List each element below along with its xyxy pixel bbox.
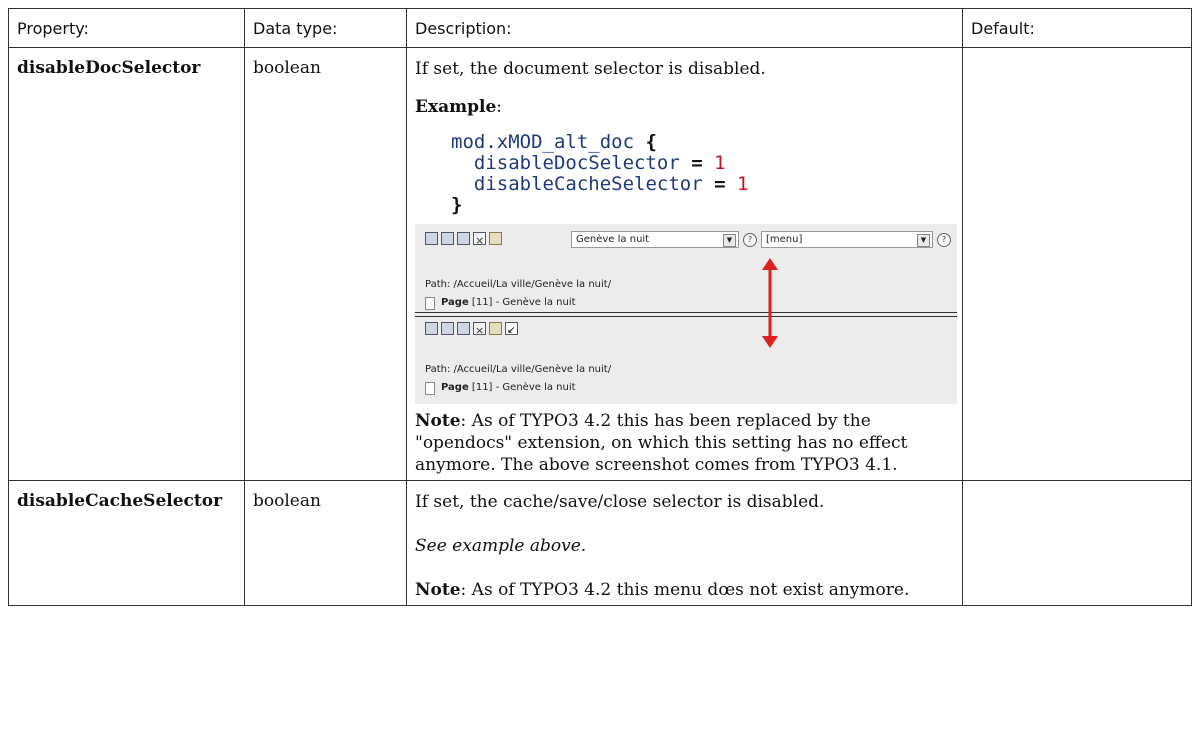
save-view-icon xyxy=(441,232,454,245)
header-datatype: Data type: xyxy=(244,8,407,48)
document-selector[interactable]: Genève la nuit ▼ xyxy=(571,231,739,248)
property-name: disableCacheSelector xyxy=(8,480,245,606)
example-heading: Example: xyxy=(415,96,954,118)
description-intro: If set, the cache/save/close selector is… xyxy=(415,492,825,512)
code-example: mod.xMOD_alt_doc { disableDocSelector = … xyxy=(451,132,954,216)
note-label: Note xyxy=(415,411,461,431)
toolbar-icons-top xyxy=(425,230,502,252)
page-label: Page xyxy=(441,297,469,308)
page-info: Page [11] - Genève la nuit xyxy=(425,377,576,399)
page-details: [11] - Genève la nuit xyxy=(468,382,576,393)
code-close-brace: } xyxy=(451,194,463,216)
table-row: disableDocSelector boolean If set, the d… xyxy=(8,47,1192,481)
see-example: See example above. xyxy=(415,536,587,556)
code-object: mod.xMOD_alt_doc xyxy=(451,131,646,153)
close-icon xyxy=(473,230,486,252)
code-open-brace: { xyxy=(645,131,657,153)
note-label: Note xyxy=(415,580,461,600)
close-icon xyxy=(473,320,486,342)
code-eq-1: = xyxy=(679,152,715,174)
code-prop-2: disableCacheSelector xyxy=(473,173,703,195)
example-screenshot: Genève la nuit ▼ ? [menu] ▼ ? Path: /Acc… xyxy=(415,224,957,404)
trash-icon xyxy=(489,322,502,335)
save-icon xyxy=(425,322,438,335)
header-description: Description: xyxy=(406,8,963,48)
save-view-icon xyxy=(441,322,454,335)
description-intro: If set, the document selector is disable… xyxy=(415,59,766,79)
code-prop-1: disableDocSelector xyxy=(473,152,680,174)
page-title: Page [11] - Genève la nuit xyxy=(441,377,576,399)
page-icon xyxy=(425,296,435,310)
chevron-down-icon: ▼ xyxy=(723,234,736,247)
save-close-icon xyxy=(457,322,470,335)
page-info: Page [11] - Genève la nuit xyxy=(425,292,576,314)
trash-icon xyxy=(489,232,502,245)
arrow-head-down xyxy=(762,336,778,348)
default-value xyxy=(962,480,1192,606)
note: Note: As of TYPO3 4.2 this has been repl… xyxy=(415,410,954,476)
help-icon: ? xyxy=(937,233,951,247)
code-val-1: 1 xyxy=(714,152,726,174)
data-type: boolean xyxy=(244,47,407,481)
example-colon: : xyxy=(496,97,502,117)
divider xyxy=(415,316,957,317)
arrow-head-up xyxy=(762,258,778,270)
properties-table: Property: Data type: Description: Defaul… xyxy=(8,8,1192,606)
example-label: Example xyxy=(415,97,497,117)
note-text: : As of TYPO3 4.2 this menu dœs not exis… xyxy=(460,580,910,600)
description-cell: If set, the document selector is disable… xyxy=(406,47,963,481)
toolbar-icons-bottom xyxy=(425,320,518,342)
default-value xyxy=(962,47,1192,481)
description-cell: If set, the cache/save/close selector is… xyxy=(406,480,963,606)
chevron-down-icon: ▼ xyxy=(917,234,930,247)
header-default: Default: xyxy=(962,8,1192,48)
double-arrow-icon xyxy=(762,258,778,348)
data-type: boolean xyxy=(244,480,407,606)
property-name: disableDocSelector xyxy=(8,47,245,481)
divider xyxy=(415,312,957,313)
save-close-icon xyxy=(457,232,470,245)
note-text: : As of TYPO3 4.2 this has been replaced… xyxy=(415,411,908,475)
page-icon xyxy=(425,381,435,395)
document-selector-value: Genève la nuit xyxy=(576,234,650,245)
arrow-shaft xyxy=(768,269,772,337)
page-details: [11] - Genève la nuit xyxy=(468,297,576,308)
header-row: Property: Data type: Description: Defaul… xyxy=(8,8,1192,48)
code-eq-2: = xyxy=(702,173,737,195)
code-val-2: 1 xyxy=(737,173,749,195)
note: Note: As of TYPO3 4.2 this menu dœs not … xyxy=(415,579,954,601)
header-property: Property: xyxy=(8,8,245,48)
table-row: disableCacheSelector boolean If set, the… xyxy=(8,480,1192,606)
page-title: Page [11] - Genève la nuit xyxy=(441,292,576,314)
menu-selector-value: [menu] xyxy=(766,234,803,245)
undo-icon xyxy=(505,320,518,342)
help-icon: ? xyxy=(743,233,757,247)
menu-selector[interactable]: [menu] ▼ xyxy=(761,231,933,248)
page-label: Page xyxy=(441,382,469,393)
save-icon xyxy=(425,232,438,245)
